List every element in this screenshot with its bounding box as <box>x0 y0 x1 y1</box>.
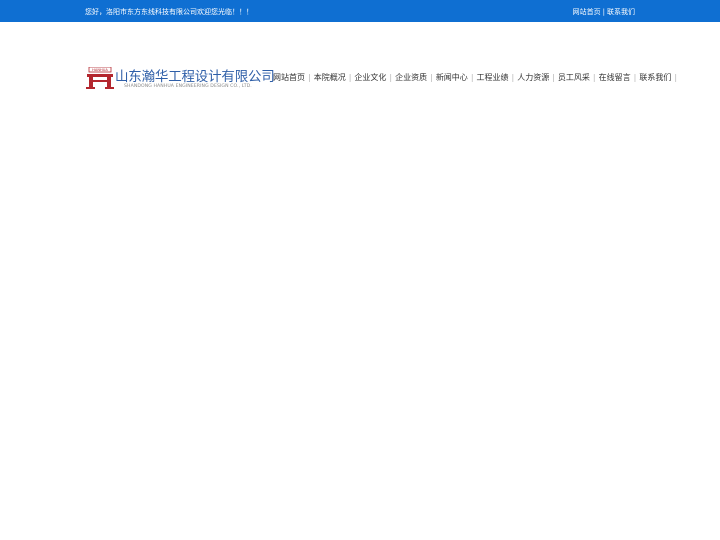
logo-emblem-text: HANHUA <box>92 68 108 72</box>
nav-item-projects[interactable]: 工程业绩 <box>474 72 512 83</box>
nav-item-qualification[interactable]: 企业资质 <box>392 72 430 83</box>
logo-company-name-en: SHANDONG HANHUA ENGINEERING DESIGN CO., … <box>124 84 252 89</box>
nav-item-staff[interactable]: 员工风采 <box>555 72 593 83</box>
header: HANHUA 山东瀚华工程设计有限公司 SHANDONG HANHUA ENGI… <box>0 22 720 89</box>
nav-divider: | <box>674 72 678 82</box>
top-link-separator: | <box>602 8 605 16</box>
top-link-contact[interactable]: 联系我们 <box>607 8 635 16</box>
main-nav: 网站首页 | 本院概况 | 企业文化 | 企业资质 | 新闻中心 | 工程业绩 … <box>270 70 677 84</box>
nav-item-contact[interactable]: 联系我们 <box>636 72 674 83</box>
top-bar: 您好，洛阳市东方东线科技有限公司欢迎您光临！！！ 网站首页 | 联系我们 <box>0 0 720 22</box>
nav-item-home[interactable]: 网站首页 <box>270 72 308 83</box>
top-link-home[interactable]: 网站首页 <box>573 8 601 16</box>
nav-item-culture[interactable]: 企业文化 <box>351 72 389 83</box>
nav-item-message[interactable]: 在线留言 <box>596 72 634 83</box>
nav-item-hr[interactable]: 人力资源 <box>514 72 552 83</box>
logo-emblem-icon: HANHUA <box>86 67 114 89</box>
welcome-text: 您好，洛阳市东方东线科技有限公司欢迎您光临！！！ <box>85 8 253 16</box>
nav-item-news[interactable]: 新闻中心 <box>433 72 471 83</box>
site-logo[interactable]: HANHUA 山东瀚华工程设计有限公司 SHANDONG HANHUA ENGI… <box>86 65 275 91</box>
top-links: 网站首页 | 联系我们 <box>573 7 635 17</box>
nav-item-about[interactable]: 本院概况 <box>311 72 349 83</box>
logo-company-name: 山东瀚华工程设计有限公司 <box>115 69 275 85</box>
